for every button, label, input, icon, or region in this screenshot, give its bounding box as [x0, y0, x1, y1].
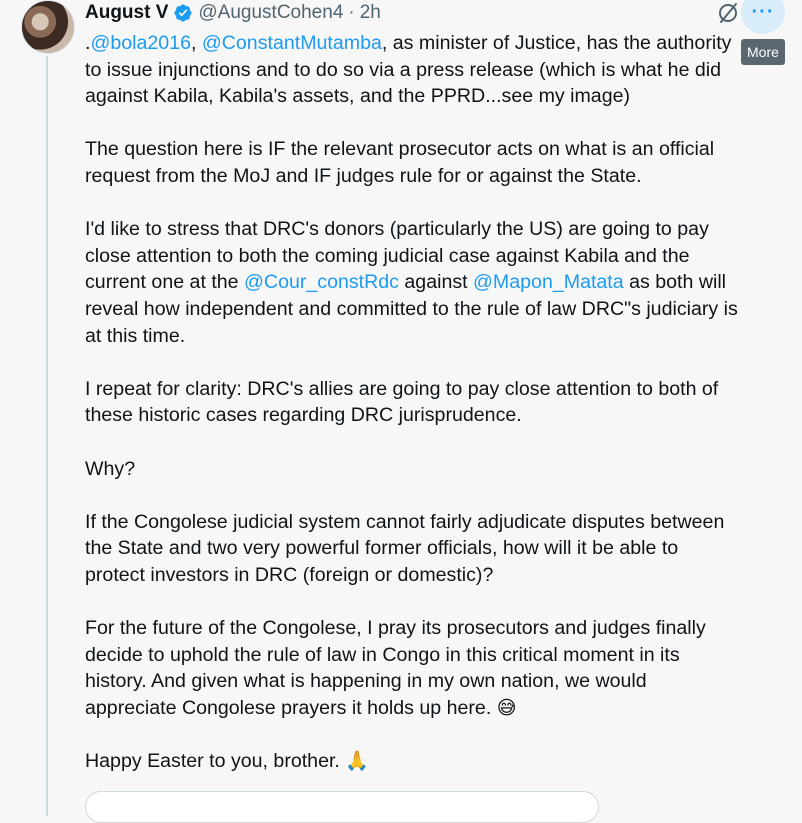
tweet-paragraph: I'd like to stress that DRC's donors (pa… [85, 216, 785, 349]
tweet-timestamp[interactable]: 2h [360, 1, 381, 25]
tweet-paragraph: If the Congolese judicial system cannot … [85, 509, 785, 589]
tweet-text: .@bola2016, @ConstantMutamba, as ministe… [85, 30, 785, 801]
tweet-line: at this time. [85, 325, 185, 347]
tweet-line: The question here is IF the relevant pro… [85, 138, 714, 160]
text-segment: the State and two very powerful former o… [85, 537, 679, 560]
tweet-paragraph: For the future of the Congolese, I pray … [85, 615, 785, 721]
tweet-line: For the future of the Congolese, I pray … [85, 617, 706, 639]
text-segment: , [190, 32, 202, 54]
tweet-line: the State and two very powerful former o… [85, 537, 678, 559]
mention-link[interactable]: @Cour_constRdc [244, 271, 399, 293]
tweet-paragraph: .@bola2016, @ConstantMutamba, as ministe… [85, 30, 785, 110]
tweet-paragraph: The question here is IF the relevant pro… [85, 136, 785, 189]
tweet-line: to issue injunctions and to do so via a … [85, 59, 721, 81]
tweet-line: history. And given what is happening in … [85, 670, 647, 692]
emoji: 😅 [496, 696, 517, 719]
separator-dot: · [348, 2, 355, 23]
text-segment: protect investors in DRC (foreign or dom… [85, 563, 494, 586]
tweet-line: request from the MoJ and IF judges rule … [85, 165, 642, 187]
text-segment: to issue injunctions and to do so via a … [85, 58, 722, 81]
tweet-paragraph: I repeat for clarity: DRC's allies are g… [85, 376, 785, 429]
tweet-line: If the Congolese judicial system cannot … [85, 511, 724, 533]
mention-link[interactable]: @ConstantMutamba [202, 32, 382, 54]
text-segment: reveal how independent and committed to … [85, 297, 738, 320]
text-segment: against [398, 271, 474, 294]
verified-badge-icon [174, 4, 192, 22]
emoji: 🙏 [345, 750, 369, 773]
author-handle[interactable]: @AugustCohen4 [198, 1, 343, 25]
tweet-line: I repeat for clarity: DRC's allies are g… [85, 378, 718, 400]
avatar[interactable] [21, 0, 75, 54]
tweet-line: Why? [85, 458, 135, 480]
text-segment: I'd like to stress that DRC's donors (pa… [85, 218, 709, 241]
tweet-line: I'd like to stress that DRC's donors (pa… [85, 218, 709, 240]
tweet-line: decide to uphold the rule of law in Cong… [85, 644, 680, 666]
tweet-line: protect investors in DRC (foreign or dom… [85, 564, 493, 586]
text-segment: Why? [85, 457, 136, 480]
more-button[interactable]: ··· [741, 0, 785, 34]
text-segment: The question here is IF the relevant pro… [85, 138, 715, 161]
tweet-paragraph: Happy Easter to you, brother. 🙏 [85, 748, 785, 775]
tweet-line: reveal how independent and committed to … [85, 298, 738, 320]
grok-icon[interactable] [716, 1, 740, 25]
tweet-line: these historic cases regarding DRC juris… [85, 404, 522, 426]
text-segment: as both will [623, 271, 727, 294]
tweet-line: .@bola2016, @ConstantMutamba, as ministe… [85, 32, 731, 54]
tweet-line: current one at the @Cour_constRdc agains… [85, 271, 726, 293]
text-segment: If the Congolese judicial system cannot … [85, 510, 725, 533]
text-segment: at this time. [85, 324, 186, 347]
thread-connector-line [46, 56, 48, 816]
tweet-line: appreciate Congolese prayers it holds up… [85, 697, 517, 719]
text-segment: For the future of the Congolese, I pray … [85, 617, 706, 640]
text-segment: , as minister of Justice, has the author… [381, 32, 732, 54]
tweet-line: Happy Easter to you, brother. 🙏 [85, 750, 369, 772]
quoted-media-card[interactable] [85, 791, 599, 823]
more-icon: ··· [751, 0, 775, 23]
author-name[interactable]: August V [85, 1, 168, 25]
mention-link[interactable]: @bola2016 [90, 32, 191, 54]
text-segment: current one at the [85, 271, 245, 294]
text-segment: history. And given what is happening in … [85, 670, 647, 693]
text-segment: against Kabila, Kabila's assets, and the… [85, 85, 631, 108]
text-segment: Happy Easter to you, brother. [85, 750, 346, 773]
text-segment: close attention to both the coming judic… [85, 244, 690, 267]
text-segment: decide to uphold the rule of law in Cong… [85, 643, 680, 666]
tweet-paragraph: Why? [85, 456, 785, 483]
text-segment: request from the MoJ and IF judges rule … [85, 164, 642, 187]
text-segment: appreciate Congolese prayers it holds up… [85, 696, 497, 719]
text-segment: these historic cases regarding DRC juris… [85, 404, 522, 427]
mention-link[interactable]: @Mapon_Matata [473, 271, 624, 293]
tweet-line: close attention to both the coming judic… [85, 245, 690, 267]
tweet-header: August V @AugustCohen4 · 2h [85, 0, 381, 26]
text-segment: I repeat for clarity: DRC's allies are g… [85, 377, 719, 400]
tweet-line: against Kabila, Kabila's assets, and the… [85, 85, 630, 107]
